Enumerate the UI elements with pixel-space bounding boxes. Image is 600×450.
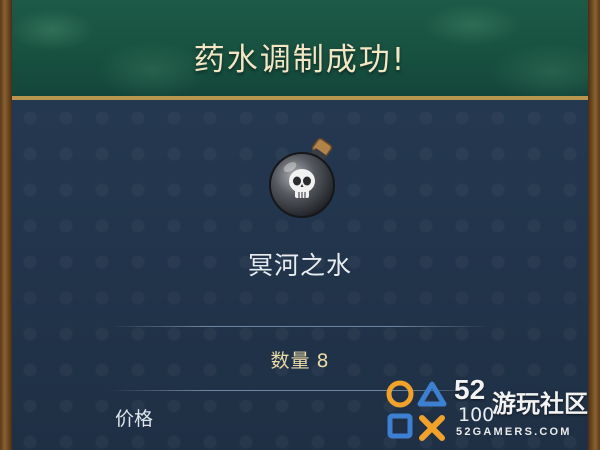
item-name: 冥河之水 <box>247 251 352 280</box>
dialog-header: 药水调制成功! <box>12 0 588 100</box>
wood-frame-left <box>0 0 12 450</box>
dialog-title: 药水调制成功! <box>193 42 407 78</box>
watermark-number: 52 <box>454 374 486 405</box>
watermark-logo: 52 游玩社区 52GAMERS.COM <box>384 374 600 450</box>
divider <box>110 326 490 327</box>
quantity-row: 数量 8 <box>0 346 600 373</box>
watermark-domain: 52GAMERS.COM <box>456 426 572 438</box>
price-label: 价格 <box>115 408 154 430</box>
watermark-name: 游玩社区 <box>492 390 588 418</box>
quantity-label: 数量 <box>270 350 311 372</box>
gamepad-symbols-icon <box>386 380 447 441</box>
skull-potion-icon <box>269 138 335 218</box>
quantity-value: 8 <box>316 350 330 372</box>
